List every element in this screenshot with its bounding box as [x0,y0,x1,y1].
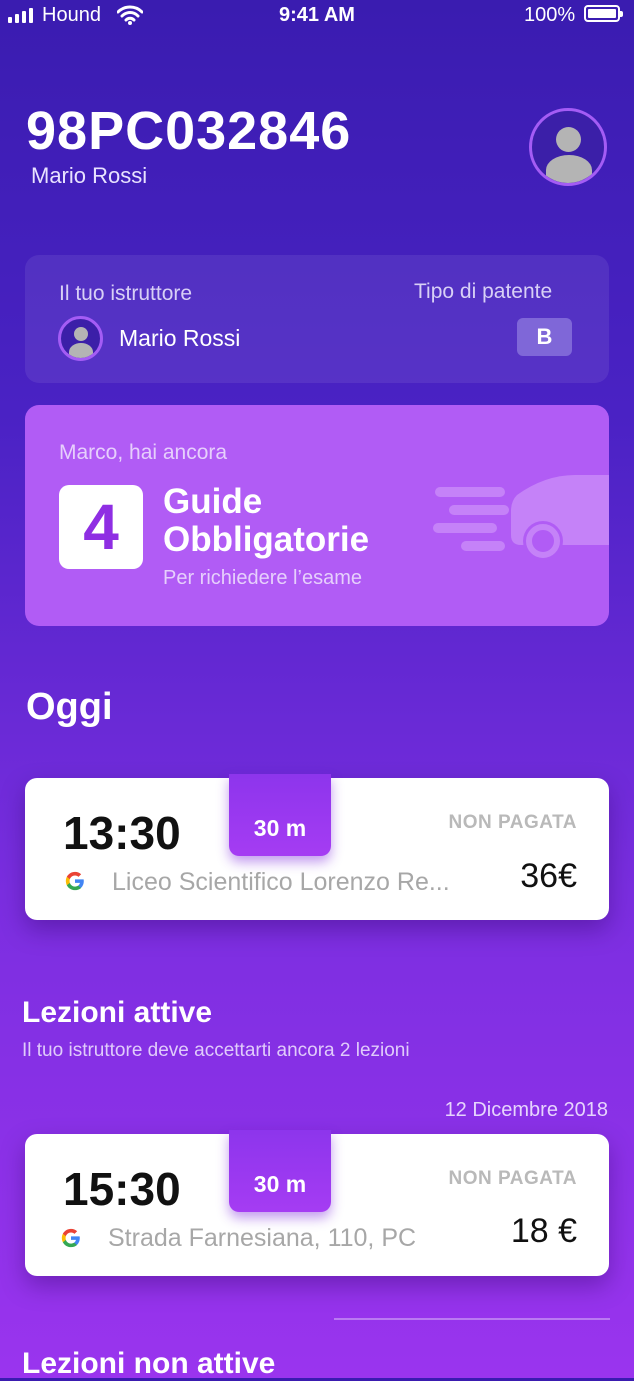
active-subtitle: Il tuo istruttore deve accettarti ancora… [22,1040,410,1061]
lesson-duration-badge: 30 m [229,1130,331,1212]
section-title-inactive: Lezioni non attive [22,1347,276,1380]
profile-avatar-button[interactable] [529,108,607,186]
section-title-active: Lezioni attive [22,996,213,1029]
lesson-price: 36€ [520,857,577,895]
lesson-date: 12 Dicembre 2018 [444,1099,608,1121]
payment-status: NON PAGATA [448,1168,577,1189]
guides-count: 4 [59,485,143,569]
guides-subtitle: Per richiedere l’esame [163,567,362,589]
license-type-label: Tipo di patente [414,280,553,303]
payment-status: NON PAGATA [448,812,577,833]
instructor-avatar [58,316,103,361]
guides-label: Guide Obbligatorie [163,482,370,559]
guides-intro: Marco, hai ancora [59,441,228,464]
lesson-duration-badge: 30 m [229,774,331,856]
lesson-location: Liceo Scientifico Lorenzo Re... [112,868,450,896]
instructor-name: Mario Rossi [119,325,241,351]
section-title-today: Oggi [26,686,113,728]
google-icon [65,871,84,891]
divider [334,1318,610,1320]
license-plate: 98PC032846 [26,101,352,161]
status-bar: Hound 9:41 AM 100% [0,0,634,32]
instructor-label: Il tuo istruttore [59,282,193,305]
license-type-badge: B [517,318,572,356]
battery-percent: 100% [524,4,576,26]
lesson-time: 13:30 [63,807,181,859]
avatar-icon [556,127,581,152]
google-icon [61,1228,80,1248]
owner-name: Mario Rossi [31,163,148,188]
lesson-location: Strada Farnesiana, 110, PC [108,1224,417,1252]
avatar-icon [74,327,88,341]
lesson-price: 18 € [510,1212,577,1250]
battery-icon [584,5,623,22]
lesson-time: 15:30 [63,1163,181,1215]
